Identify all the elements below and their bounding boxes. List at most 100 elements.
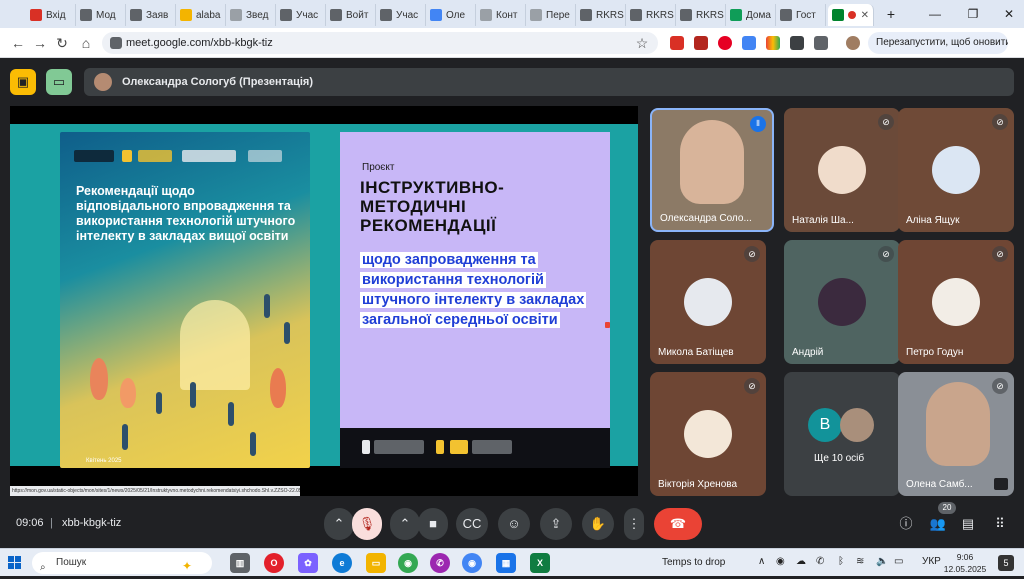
viber-icon[interactable]: ✆ — [430, 553, 450, 573]
chrome-taskbar-icon[interactable]: ◉ — [398, 553, 418, 573]
taskbar-clock[interactable]: 9:06 12.05.2025 — [940, 551, 990, 575]
profile-avatar[interactable] — [846, 36, 860, 50]
participant-video — [680, 120, 744, 204]
bookmark-star-icon[interactable]: ☆ — [632, 33, 652, 53]
file-explorer-icon[interactable]: ▭ — [366, 553, 386, 573]
participant-tile[interactable]: ⊘ Аліна Ящук — [898, 108, 1014, 232]
chrome-profile-icon[interactable]: ◉ — [462, 553, 482, 573]
meeting-info-icon[interactable]: ⓘ — [894, 512, 918, 536]
present-screen-button[interactable]: ⇪ — [540, 508, 572, 540]
address-bar[interactable]: meet.google.com/xbb-kbgk-tiz — [102, 32, 658, 54]
participant-tile[interactable]: ⊘ Андрій — [784, 240, 900, 364]
browser-tab[interactable]: Звед — [226, 4, 276, 26]
chrome-icon — [80, 9, 92, 21]
minimize-button[interactable]: — — [920, 4, 950, 24]
recording-dot-icon — [848, 11, 856, 19]
taskbar-search-label: Пошук — [56, 557, 87, 568]
presentation-stop-icon[interactable]: ▣ — [10, 69, 36, 95]
new-tab-button[interactable]: + — [876, 4, 906, 24]
participant-tile[interactable]: В Ще 10 осіб — [784, 372, 900, 496]
chrome-tray-icon[interactable]: ◉ — [776, 556, 785, 567]
pip-icon[interactable] — [994, 478, 1008, 490]
qr-extension-icon[interactable] — [790, 36, 804, 50]
reload-icon[interactable]: ↻ — [52, 33, 72, 53]
home-icon[interactable]: ⌂ — [76, 33, 96, 53]
edge-icon[interactable]: e — [332, 553, 352, 573]
browser-tab[interactable]: Войт — [326, 4, 376, 26]
tray-chevron-icon[interactable]: ∧ — [758, 556, 765, 567]
browser-tab[interactable]: Оле — [426, 4, 476, 26]
participant-avatar — [684, 278, 732, 326]
drive-icon — [730, 9, 742, 21]
browser-tab[interactable]: Конт — [476, 4, 526, 26]
close-tab-icon[interactable]: ✕ — [861, 10, 869, 21]
browser-tab[interactable]: alaba — [176, 4, 226, 26]
notification-center-button[interactable]: 5 — [998, 555, 1014, 571]
browser-tab[interactable]: RKRS — [626, 4, 676, 26]
people-icon[interactable]: 👥 — [926, 512, 950, 536]
back-icon[interactable]: ← — [8, 33, 28, 53]
participant-name: Олександра Соло... — [660, 213, 752, 224]
site-info-icon[interactable] — [110, 37, 122, 49]
color-extension-icon[interactable] — [766, 36, 780, 50]
taskbar-search[interactable]: ⌕ Пошук ✦ — [32, 552, 212, 574]
weather-widget[interactable]: Temps to drop — [662, 557, 725, 568]
extensions-puzzle-icon[interactable] — [814, 36, 828, 50]
more-options-icon[interactable]: ⋮ — [624, 508, 644, 540]
opera-icon[interactable]: O — [264, 553, 284, 573]
people-count-badge: 20 — [938, 502, 956, 514]
onedrive-icon[interactable]: ☁ — [796, 556, 806, 567]
task-view-icon[interactable]: ▥ — [230, 553, 250, 573]
language-indicator[interactable]: УКР — [922, 556, 941, 567]
browser-tab[interactable]: Гост — [776, 4, 826, 26]
battery-icon[interactable]: ▭ — [894, 556, 903, 567]
restart-to-update-button[interactable]: Перезапустити, щоб оновити дані — [868, 32, 1008, 54]
participant-tile[interactable]: ⦀ Олександра Соло... — [650, 108, 774, 232]
video-options-chevron-icon[interactable]: ⌃ — [390, 508, 420, 540]
emoji-reaction-button[interactable]: ☺ — [498, 508, 530, 540]
captions-button[interactable]: CC — [456, 508, 488, 540]
participant-name: Петро Годун — [906, 347, 964, 358]
browser-tab-label: Учас — [396, 9, 419, 21]
activities-icon[interactable]: ⠿ — [988, 512, 1012, 536]
pinterest-extension-icon[interactable] — [718, 36, 732, 50]
close-window-button[interactable]: ✕ — [994, 4, 1024, 24]
right-cover-subtitle: щодо запровадження та використання техно… — [360, 252, 587, 328]
browser-tab[interactable]: Пере — [526, 4, 576, 26]
presenter-banner: Олександра Сологуб (Презентація) — [84, 68, 1014, 96]
volume-icon[interactable]: 🔈 — [876, 556, 888, 567]
restore-button[interactable]: ❐ — [958, 4, 988, 24]
viber-tray-icon[interactable]: ✆ — [816, 556, 824, 567]
participant-tile[interactable]: ⊘ Вікторія Хренова — [650, 372, 766, 496]
adblock-extension-icon[interactable] — [670, 36, 684, 50]
participant-tile[interactable]: ⊘ Олена Самб... — [898, 372, 1014, 496]
windows-start-icon[interactable] — [8, 556, 22, 570]
camera-button[interactable]: ■ — [418, 508, 448, 540]
leave-call-button[interactable]: ☎ — [654, 508, 702, 540]
participant-tile[interactable]: ⊘ Петро Годун — [898, 240, 1014, 364]
browser-tab[interactable]: RKRS — [576, 4, 626, 26]
browser-tab[interactable]: Учас — [276, 4, 326, 26]
wifi-icon[interactable]: ≋ — [856, 556, 864, 567]
raise-hand-button[interactable]: ✋ — [582, 508, 614, 540]
browser-tab-active-meet[interactable]: ✕ — [828, 4, 874, 26]
bluetooth-icon[interactable]: ᛒ — [838, 556, 844, 567]
chat-icon[interactable]: ▤ — [956, 512, 980, 536]
microphone-off-button[interactable]: 🎙 — [352, 508, 382, 540]
participant-tile[interactable]: ⊘ Наталія Ша... — [784, 108, 900, 232]
browser-tab[interactable]: Мод — [76, 4, 126, 26]
extension-icon[interactable] — [694, 36, 708, 50]
layout-icon[interactable]: ▭ — [46, 69, 72, 95]
browser-tab[interactable]: RKRS — [676, 4, 726, 26]
browser-tab[interactable]: Дома — [726, 4, 776, 26]
remote-desktop-icon[interactable]: ▦ — [496, 553, 516, 573]
participant-tile[interactable]: ⊘ Микола Батіщев — [650, 240, 766, 364]
browser-tab[interactable]: Учас — [376, 4, 426, 26]
browser-tab[interactable]: Заяв — [126, 4, 176, 26]
forward-icon[interactable]: → — [30, 33, 50, 53]
audio-options-chevron-icon[interactable]: ⌃ — [324, 508, 354, 540]
browser-tab[interactable]: Вхід — [26, 4, 76, 26]
excel-icon[interactable]: X — [530, 553, 550, 573]
copilot-icon[interactable]: ✿ — [298, 553, 318, 573]
translate-extension-icon[interactable] — [742, 36, 756, 50]
